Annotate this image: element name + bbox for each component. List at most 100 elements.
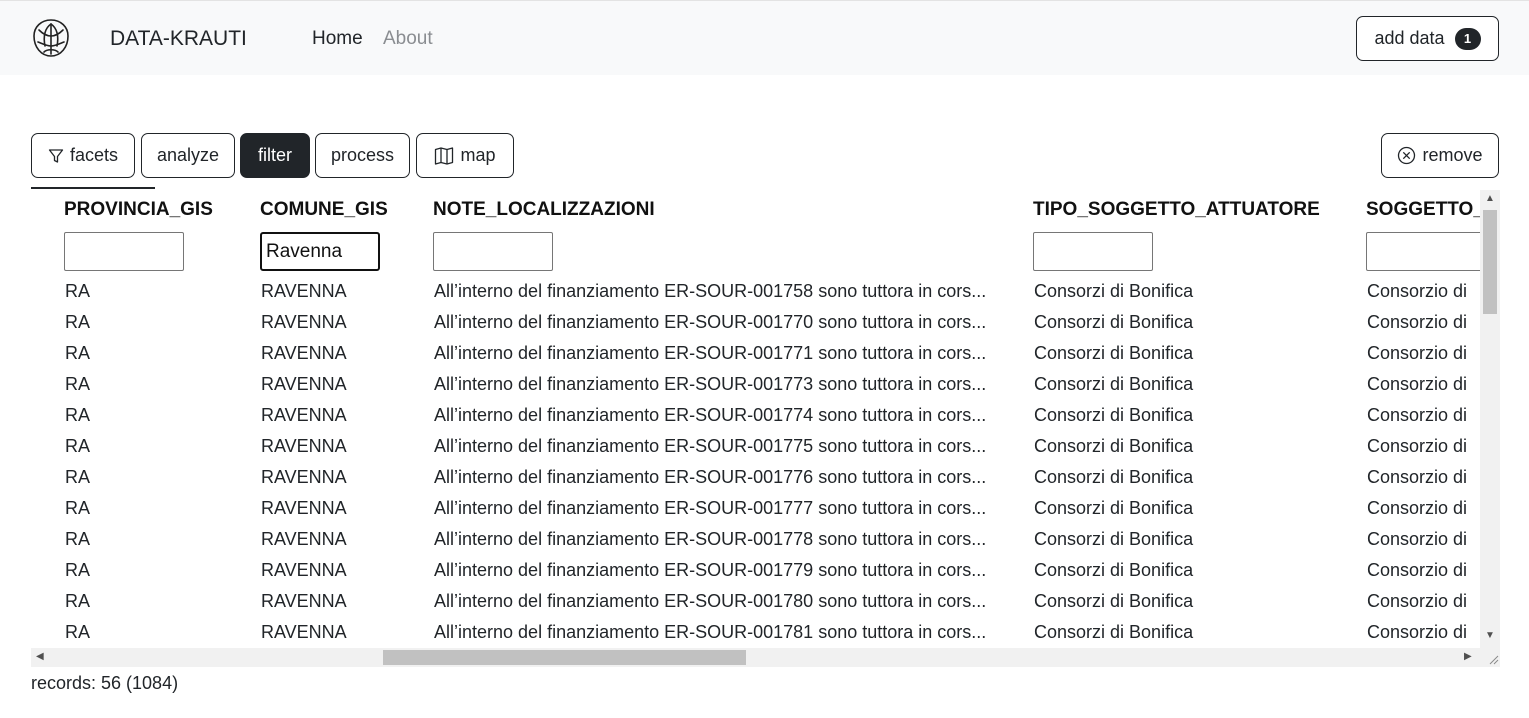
cell-provincia: RA [65, 343, 91, 363]
table-row[interactable]: RA RAVENNA All’interno del finanziamento E… [31, 620, 1480, 651]
cell-soggetto: Consorzio di [1367, 405, 1468, 425]
cell-tipo-soggetto: Consorzi di Bonifica [1034, 281, 1194, 301]
cell-provincia: RA [65, 498, 91, 518]
add-data-count-badge: 1 [1454, 27, 1481, 50]
cell-comune: RAVENNA [261, 405, 347, 425]
navbar: DATA-KRAUTI Home About add data 1 [0, 0, 1529, 75]
cell-comune: RAVENNA [261, 622, 347, 642]
filter-input-soggetto[interactable] [1366, 232, 1486, 271]
facets-label: facets [69, 145, 119, 165]
filter-label: filter [257, 145, 292, 165]
filter-input-note-localizzazioni[interactable] [433, 232, 553, 271]
cell-soggetto: Consorzio di [1367, 560, 1468, 580]
cell-comune: RAVENNA [261, 467, 347, 487]
cabbage-logo-icon[interactable] [29, 16, 73, 60]
table-row[interactable]: RA RAVENNA All’interno del finanziamento E… [31, 403, 1480, 434]
column-header-comune-gis[interactable]: COMUNE_GIS [260, 199, 388, 221]
cell-comune: RAVENNA [261, 281, 347, 301]
cell-soggetto: Consorzio di [1367, 436, 1468, 456]
remove-label: remove [1422, 145, 1483, 165]
cell-comune: RAVENNA [261, 591, 347, 611]
cell-provincia: RA [65, 529, 91, 549]
column-header-provincia-gis[interactable]: PROVINCIA_GIS [64, 199, 213, 221]
vertical-scrollbar-thumb[interactable] [1483, 210, 1497, 314]
circle-x-icon [1398, 146, 1416, 165]
cell-note: All’interno del finanziamento ER-SOUR-00… [434, 529, 987, 549]
cell-note: All’interno del finanziamento ER-SOUR-00… [434, 343, 987, 363]
cell-note: All’interno del finanziamento ER-SOUR-00… [434, 281, 987, 301]
cell-tipo-soggetto: Consorzi di Bonifica [1034, 436, 1194, 456]
brand-name[interactable]: DATA-KRAUTI [110, 27, 247, 51]
cell-comune: RAVENNA [261, 560, 347, 580]
vertical-scrollbar[interactable]: ▲ ▼ [1480, 190, 1500, 648]
table-row[interactable]: RA RAVENNA All’interno del finanziamento E… [31, 558, 1480, 589]
table-row[interactable]: RA RAVENNA All’interno del finanziamento E… [31, 372, 1480, 403]
resize-grip-icon[interactable] [1486, 652, 1499, 665]
table-row[interactable]: RA RAVENNA All’interno del finanziamento E… [31, 496, 1480, 527]
cell-soggetto: Consorzio di [1367, 281, 1468, 301]
table-row[interactable]: RA RAVENNA All’interno del finanziamento E… [31, 589, 1480, 620]
filter-funnel-icon [48, 148, 64, 163]
cell-provincia: RA [65, 312, 91, 332]
cell-provincia: RA [65, 436, 91, 456]
cell-provincia: RA [65, 374, 91, 394]
table-row[interactable]: RA RAVENNA All’interno del finanziamento E… [31, 527, 1480, 558]
map-label: map [460, 145, 496, 165]
scroll-down-arrow-icon[interactable]: ▼ [1485, 631, 1495, 641]
scroll-up-arrow-icon[interactable]: ▲ [1485, 194, 1495, 204]
analyze-button[interactable]: analyze [141, 133, 235, 178]
column-header-soggetto[interactable]: SOGGETTO_ [1366, 199, 1484, 221]
column-header-tipo-soggetto-attuatore[interactable]: TIPO_SOGGETTO_ATTUATORE [1033, 199, 1320, 221]
cell-soggetto: Consorzio di [1367, 622, 1468, 642]
remove-button[interactable]: remove [1381, 133, 1499, 178]
active-tab-underline [31, 187, 155, 189]
cell-comune: RAVENNA [261, 529, 347, 549]
cell-provincia: RA [65, 405, 91, 425]
table-row[interactable]: RA RAVENNA All’interno del finanziamento E… [31, 341, 1480, 372]
filter-button[interactable]: filter [240, 133, 310, 178]
scroll-right-arrow-icon[interactable]: ▶ [1464, 652, 1472, 662]
table-row[interactable]: RA RAVENNA All’interno del finanziamento E… [31, 279, 1480, 310]
cell-tipo-soggetto: Consorzi di Bonifica [1034, 591, 1194, 611]
process-label: process [330, 145, 395, 165]
cell-note: All’interno del finanziamento ER-SOUR-00… [434, 405, 987, 425]
cell-comune: RAVENNA [261, 343, 347, 363]
cell-comune: RAVENNA [261, 498, 347, 518]
scroll-left-arrow-icon[interactable]: ◀ [36, 652, 44, 662]
nav-home-link[interactable]: Home [312, 28, 363, 50]
cell-note: All’interno del finanziamento ER-SOUR-00… [434, 312, 987, 332]
cell-comune: RAVENNA [261, 374, 347, 394]
cell-tipo-soggetto: Consorzi di Bonifica [1034, 343, 1194, 363]
column-header-note-localizzazioni[interactable]: NOTE_LOCALIZZAZIONI [433, 199, 655, 221]
cell-provincia: RA [65, 281, 91, 301]
cell-note: All’interno del finanziamento ER-SOUR-00… [434, 467, 987, 487]
cell-tipo-soggetto: Consorzi di Bonifica [1034, 622, 1194, 642]
table-row[interactable]: RA RAVENNA All’interno del finanziamento E… [31, 465, 1480, 496]
cell-provincia: RA [65, 622, 91, 642]
cell-note: All’interno del finanziamento ER-SOUR-00… [434, 591, 987, 611]
table-row[interactable]: RA RAVENNA All’interno del finanziamento E… [31, 434, 1480, 465]
horizontal-scrollbar[interactable]: ◀ ▶ [31, 648, 1500, 667]
cell-note: All’interno del finanziamento ER-SOUR-00… [434, 436, 987, 456]
filter-input-tipo-soggetto-attuatore[interactable] [1033, 232, 1153, 271]
cell-note: All’interno del finanziamento ER-SOUR-00… [434, 560, 987, 580]
horizontal-scrollbar-thumb[interactable] [383, 650, 746, 665]
cell-soggetto: Consorzio di [1367, 343, 1468, 363]
nav-about-link[interactable]: About [383, 28, 433, 50]
map-button[interactable]: map [416, 133, 514, 178]
table-row[interactable]: RA RAVENNA All’interno del finanziamento E… [31, 310, 1480, 341]
cell-provincia: RA [65, 467, 91, 487]
cell-note: All’interno del finanziamento ER-SOUR-00… [434, 498, 987, 518]
cell-comune: RAVENNA [261, 312, 347, 332]
filter-input-provincia-gis[interactable] [64, 232, 184, 271]
cell-tipo-soggetto: Consorzi di Bonifica [1034, 405, 1194, 425]
filter-input-comune-gis[interactable] [260, 232, 380, 271]
cell-tipo-soggetto: Consorzi di Bonifica [1034, 374, 1194, 394]
facets-button[interactable]: facets [31, 133, 135, 178]
add-data-button[interactable]: add data 1 [1356, 16, 1499, 61]
cell-soggetto: Consorzio di [1367, 529, 1468, 549]
cell-tipo-soggetto: Consorzi di Bonifica [1034, 529, 1194, 549]
cell-soggetto: Consorzio di [1367, 498, 1468, 518]
process-button[interactable]: process [315, 133, 410, 178]
add-data-label: add data [1374, 28, 1445, 48]
